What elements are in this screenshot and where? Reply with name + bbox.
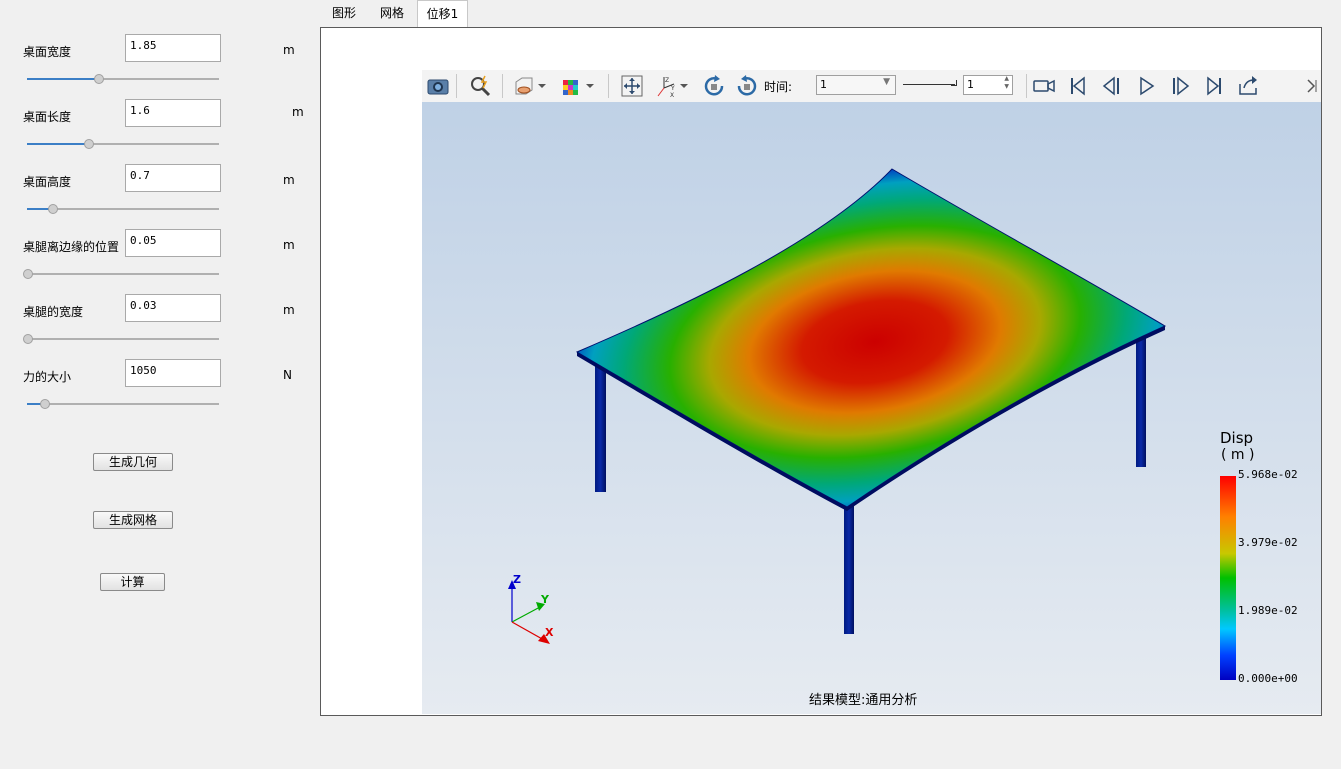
next-frame-icon[interactable] xyxy=(1168,74,1192,98)
compute-button[interactable]: 计算 xyxy=(100,573,165,591)
svg-text:Z: Z xyxy=(665,77,669,84)
export-icon[interactable] xyxy=(1236,74,1260,98)
legend-max: 5.968e-02 xyxy=(1238,468,1298,481)
param-input[interactable]: 0.03 xyxy=(125,294,221,322)
rotate-left-icon[interactable] xyxy=(702,74,726,98)
param-input[interactable]: 1.85 xyxy=(125,34,221,62)
slider-track xyxy=(27,403,219,405)
tab-graphics[interactable]: 图形 xyxy=(322,0,366,27)
param-unit: m xyxy=(292,105,304,119)
time-label: 时间: xyxy=(764,80,793,94)
time-select-value: 1 xyxy=(820,78,827,91)
slider-thumb[interactable] xyxy=(84,139,95,149)
chevron-down-icon[interactable] xyxy=(536,74,548,98)
param-unit: m xyxy=(283,238,295,252)
param-input[interactable]: 0.05 xyxy=(125,229,221,257)
param-input[interactable]: 1.6 xyxy=(125,99,221,127)
viewer-toolbar: ZYX 时间: 1 ▼ 1 ▲ ▼ xyxy=(422,70,1321,103)
zoom-icon[interactable] xyxy=(468,74,492,98)
legend-unit: ( m ) xyxy=(1221,447,1255,463)
param-label: 桌面长度 xyxy=(23,110,72,124)
param-label: 桌面高度 xyxy=(23,175,72,189)
param-input[interactable]: 0.7 xyxy=(125,164,221,192)
table-model: Z Y X xyxy=(508,168,1167,644)
table-leg xyxy=(1136,337,1146,467)
table-leg xyxy=(844,502,854,634)
legend-title: Disp xyxy=(1220,429,1254,447)
frame-spinbox-value: 1 xyxy=(967,78,974,91)
param-label: 桌腿的宽度 xyxy=(23,305,84,319)
tab-mesh[interactable]: 网格 xyxy=(370,0,414,27)
slider-fill xyxy=(27,78,99,80)
legend-tick: 3.979e-02 xyxy=(1238,536,1298,549)
axis-triad: Z Y X xyxy=(508,573,554,644)
render-mode-icon[interactable] xyxy=(560,74,584,98)
last-frame-icon[interactable] xyxy=(1202,74,1226,98)
legend-color-bar xyxy=(1220,476,1236,680)
param-unit: m xyxy=(283,303,295,317)
param-label: 桌面宽度 xyxy=(23,45,72,59)
axis-view-icon[interactable]: ZYX xyxy=(654,74,678,98)
param-label: 桌腿离边缘的位置 xyxy=(23,240,120,254)
frame-slider[interactable] xyxy=(903,84,955,85)
record-video-icon[interactable] xyxy=(1032,74,1056,98)
param-slider[interactable] xyxy=(23,268,219,280)
param-unit: m xyxy=(283,173,295,187)
chevron-down-icon[interactable] xyxy=(584,74,596,98)
result-caption: 结果模型:通用分析 xyxy=(809,693,918,708)
axis-x-label: X xyxy=(545,626,554,639)
param-label: 力的大小 xyxy=(23,370,72,384)
slider-thumb[interactable] xyxy=(23,269,33,279)
slider-thumb[interactable] xyxy=(40,399,51,409)
svg-text:X: X xyxy=(670,92,674,98)
param-slider[interactable] xyxy=(23,333,219,345)
slider-fill xyxy=(27,143,89,145)
param-slider[interactable] xyxy=(27,138,219,150)
section-view-icon[interactable] xyxy=(512,74,536,98)
generate-geometry-button[interactable]: 生成几何 xyxy=(93,453,173,471)
axis-z-label: Z xyxy=(513,573,521,586)
slider-track xyxy=(27,338,219,340)
frame-slider-handle[interactable] xyxy=(951,80,957,86)
frame-spinbox[interactable]: 1 ▲ ▼ xyxy=(963,75,1013,95)
chevron-down-icon[interactable] xyxy=(678,74,690,98)
rotate-right-icon[interactable] xyxy=(735,74,759,98)
legend-min: 0.000e+00 xyxy=(1238,672,1298,685)
slider-thumb[interactable] xyxy=(94,74,105,84)
param-input[interactable]: 1050 xyxy=(125,359,221,387)
previous-frame-icon[interactable] xyxy=(1100,74,1124,98)
axis-y-label: Y xyxy=(540,593,550,606)
more-icon[interactable] xyxy=(1306,74,1318,98)
param-slider[interactable] xyxy=(27,398,219,410)
camera-icon[interactable] xyxy=(426,74,450,98)
param-unit: m xyxy=(283,43,295,57)
param-slider[interactable] xyxy=(27,73,219,85)
param-unit: N xyxy=(283,368,292,382)
svg-text:Y: Y xyxy=(670,85,675,92)
slider-thumb[interactable] xyxy=(47,204,58,214)
legend-tick: 1.989e-02 xyxy=(1238,604,1298,617)
first-frame-icon[interactable] xyxy=(1066,74,1090,98)
table-top xyxy=(575,168,1167,508)
chevron-down-icon: ▼ xyxy=(883,77,890,87)
play-icon[interactable] xyxy=(1134,74,1158,98)
table-leg xyxy=(595,357,606,492)
spin-arrows-icon: ▲ ▼ xyxy=(1004,75,1009,90)
slider-track xyxy=(27,273,219,275)
param-slider[interactable] xyxy=(27,203,219,215)
fit-view-icon[interactable] xyxy=(620,74,644,98)
3d-viewport[interactable]: Z Y X Disp ( m ) 5.968e-02 3.979e-02 1.9… xyxy=(422,102,1321,714)
generate-mesh-button[interactable]: 生成网格 xyxy=(93,511,173,529)
slider-thumb[interactable] xyxy=(23,334,33,344)
tab-displacement[interactable]: 位移1 xyxy=(417,0,468,27)
time-select[interactable]: 1 ▼ xyxy=(816,75,896,95)
